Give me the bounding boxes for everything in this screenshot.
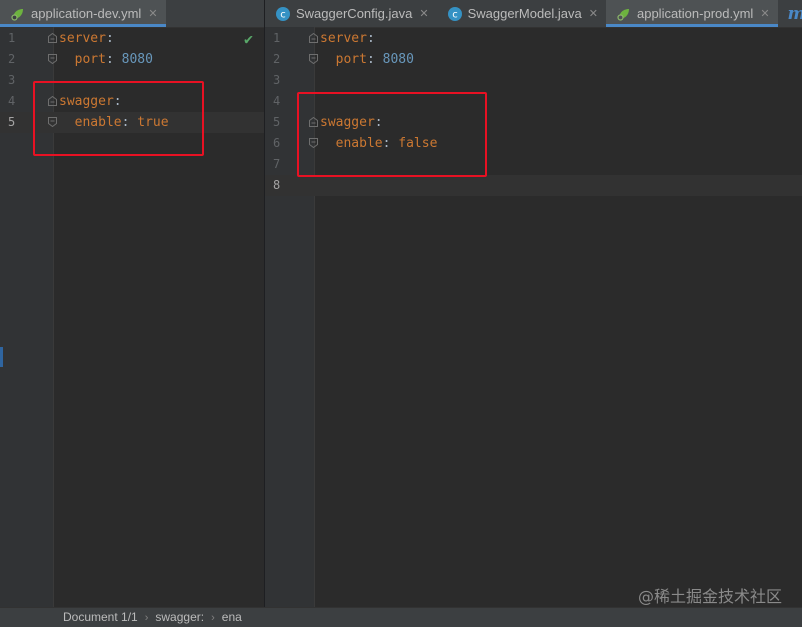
code-line[interactable]: 2 port: 8080 — [265, 49, 802, 70]
code-text[interactable]: port: 8080 — [59, 49, 153, 70]
yaml-token: server — [59, 31, 106, 46]
editor-pane-right: c SwaggerConfig.java ✕ c SwaggerModel.ja… — [265, 0, 802, 627]
yaml-token: server — [320, 31, 367, 46]
tab-application-prod-yml[interactable]: application-prod.yml ✕ — [605, 0, 778, 27]
code-text[interactable]: server: — [59, 28, 114, 49]
watermark: @稀土掘金技术社区 — [637, 587, 782, 606]
chevron-right-icon: › — [144, 612, 149, 624]
highlight-box — [297, 92, 487, 177]
java-class-icon: c — [275, 6, 291, 22]
java-class-icon: c — [447, 6, 463, 22]
tab-swaggerconfig-java[interactable]: c SwaggerConfig.java ✕ — [265, 0, 437, 27]
highlight-box — [33, 81, 204, 156]
fold-marker-icon[interactable] — [309, 54, 318, 64]
breadcrumb-swagger[interactable]: swagger: — [155, 610, 204, 624]
breadcrumb: Document 1/1 › swagger: › ena — [63, 610, 242, 624]
chevron-right-icon: › — [211, 612, 215, 624]
code-text[interactable]: server: — [320, 28, 375, 49]
tab-bar-right: c SwaggerConfig.java ✕ c SwaggerModel.ja… — [265, 0, 802, 28]
breadcrumb-enable[interactable]: ena — [222, 610, 242, 624]
maven-icon: m — [788, 4, 802, 24]
line-number: 3 — [273, 73, 281, 87]
spring-leaf-icon — [616, 6, 632, 22]
code-line[interactable]: 1 server: — [265, 28, 802, 49]
close-icon[interactable]: ✕ — [760, 7, 769, 20]
close-icon[interactable]: ✕ — [419, 7, 428, 20]
tab-label: application-dev.yml — [31, 6, 142, 21]
line-number: 6 — [273, 136, 281, 150]
spring-leaf-icon — [10, 6, 26, 22]
yaml-token: port — [320, 52, 367, 67]
line-number: 4 — [273, 94, 281, 108]
code-line[interactable]: 2 port: 8080 — [0, 49, 264, 70]
code-line[interactable]: 3 — [265, 70, 802, 91]
code-text[interactable]: port: 8080 — [320, 49, 414, 70]
fold-marker-icon[interactable] — [309, 33, 318, 43]
line-number: 2 — [273, 52, 281, 66]
tab-label: application-prod.yml — [636, 6, 754, 21]
fold-marker-icon[interactable] — [48, 33, 57, 43]
fold-marker-icon[interactable] — [48, 54, 57, 64]
yaml-number: 8080 — [121, 52, 153, 67]
line-number: 1 — [273, 31, 281, 45]
line-number: 2 — [8, 52, 16, 66]
tab-label: SwaggerModel.java — [467, 6, 582, 21]
editor-pane-left: application-dev.yml ✕ 1 server: 2 port: 80… — [0, 0, 264, 627]
yaml-punctuation: : — [105, 52, 122, 67]
tool-window-stripe[interactable] — [0, 347, 3, 367]
line-number: 5 — [273, 115, 281, 129]
line-number: 4 — [8, 94, 16, 108]
line-number: 5 — [8, 115, 16, 129]
code-line[interactable]: 8 — [265, 175, 802, 196]
yaml-punctuation: : — [105, 31, 114, 46]
yaml-punctuation: : — [366, 31, 375, 46]
breadcrumb-document[interactable]: Document 1/1 — [63, 610, 138, 624]
line-number: 8 — [273, 178, 281, 192]
svg-text:c: c — [452, 9, 458, 20]
line-number: 1 — [8, 31, 16, 45]
yaml-punctuation: : — [366, 52, 383, 67]
yaml-number: 8080 — [382, 52, 414, 67]
tab-swaggermodel-java[interactable]: c SwaggerModel.java ✕ — [437, 0, 606, 27]
svg-text:c: c — [280, 9, 286, 20]
tab-bar-left: application-dev.yml ✕ — [0, 0, 264, 28]
line-number: 7 — [273, 157, 281, 171]
close-icon[interactable]: ✕ — [148, 7, 157, 20]
yaml-token: port — [59, 52, 106, 67]
line-number: 3 — [8, 73, 16, 87]
breadcrumb-bar: Document 1/1 › swagger: › ena — [0, 607, 802, 627]
tab-application-dev-yml[interactable]: application-dev.yml ✕ — [0, 0, 166, 27]
tab-label: SwaggerConfig.java — [296, 6, 413, 21]
code-line[interactable]: 1 server: — [0, 28, 264, 49]
tab-pom[interactable]: m p — [778, 0, 802, 27]
inspection-ok-icon[interactable]: ✔ — [244, 30, 253, 48]
close-icon[interactable]: ✕ — [589, 7, 598, 20]
